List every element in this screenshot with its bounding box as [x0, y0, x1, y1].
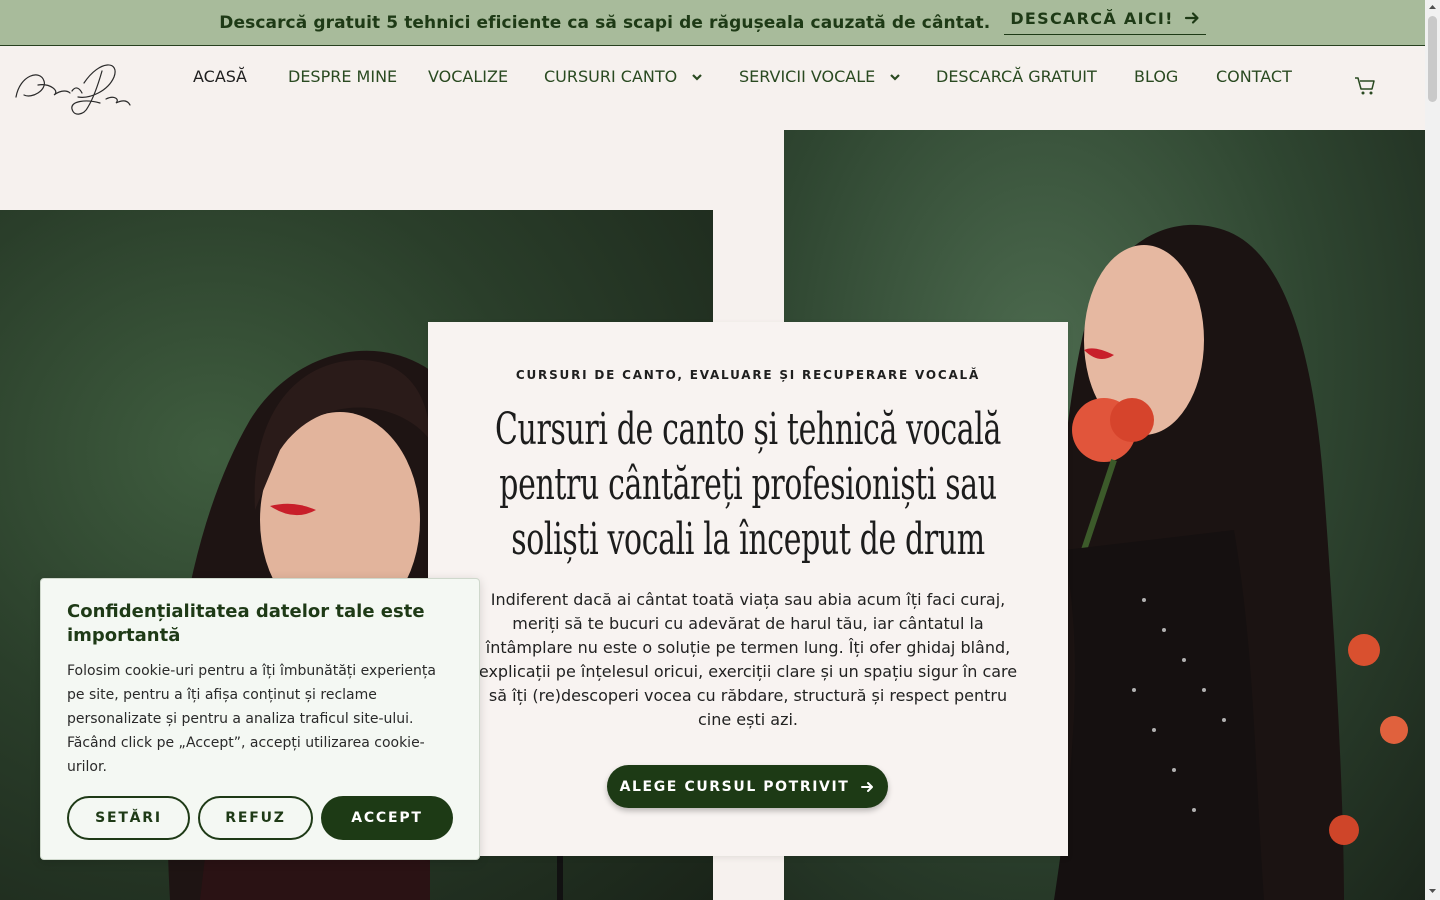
- nav-item-blog[interactable]: BLOG: [1134, 67, 1178, 86]
- choose-course-button[interactable]: ALEGE CURSUL POTRIVIT: [607, 765, 888, 808]
- nav-item-vocalize[interactable]: VOCALIZE: [428, 67, 508, 86]
- promo-link-label: DESCARCĂ AICI!: [1010, 8, 1174, 28]
- choose-course-label: ALEGE CURSUL POTRIVIT: [619, 778, 850, 795]
- chevron-down-icon: [692, 73, 703, 81]
- hero-title: Cursuri de canto și tehnică vocală pentr…: [494, 404, 1001, 565]
- cookie-text: Folosim cookie-uri pentru a îți îmbunătă…: [67, 663, 436, 775]
- nav-item-despre-mine[interactable]: DESPRE MINE: [288, 67, 397, 86]
- nav-item-cursuri-canto[interactable]: CURSURI CANTO: [544, 67, 703, 86]
- hero-eyebrow: CURSURI DE CANTO, EVALUARE ȘI RECUPERARE…: [515, 368, 981, 382]
- nav-label: CONTACT: [1216, 67, 1292, 86]
- site-logo[interactable]: [10, 55, 136, 121]
- nav-label: SERVICII VOCALE: [739, 67, 876, 86]
- nav-label: BLOG: [1134, 67, 1179, 86]
- promo-download-link[interactable]: DESCARCĂ AICI!: [1004, 8, 1206, 35]
- promo-text: Descarcă gratuit 5 tehnici eficiente ca …: [219, 12, 991, 33]
- hero-card: CURSURI DE CANTO, EVALUARE ȘI RECUPERARE…: [428, 322, 1068, 856]
- cookie-settings-button[interactable]: SETĂRI: [67, 796, 190, 840]
- nav-label: DESPRE MINE: [288, 67, 398, 86]
- nav-label: VOCALIZE: [428, 67, 509, 86]
- nav-item-contact[interactable]: CONTACT: [1216, 67, 1292, 86]
- cookie-refuse-button[interactable]: REFUZ: [198, 796, 313, 840]
- nav-item-descarca-gratuit[interactable]: DESCARCĂ GRATUIT: [936, 67, 1097, 86]
- scroll-down-icon[interactable]: [1428, 886, 1437, 895]
- page-scrollbar[interactable]: [1425, 0, 1440, 900]
- promo-bar: Descarcă gratuit 5 tehnici eficiente ca …: [0, 0, 1425, 46]
- cookie-accept-button[interactable]: ACCEPT: [321, 796, 453, 840]
- hero-description: Indiferent dacă ai cântat toată viața sa…: [478, 590, 1018, 729]
- arrow-right-icon: [861, 781, 874, 792]
- cookie-consent-banner: Confidențialitatea datelor tale este imp…: [40, 578, 480, 860]
- scroll-up-icon[interactable]: [1428, 3, 1437, 12]
- arrow-right-icon: [1184, 12, 1199, 24]
- cart-icon[interactable]: [1354, 76, 1376, 96]
- nav-item-servicii-vocale[interactable]: SERVICII VOCALE: [739, 67, 901, 86]
- chevron-down-icon: [890, 73, 901, 81]
- nav-label: CURSURI CANTO: [544, 67, 678, 86]
- site-header: ACASĂ DESPRE MINE VOCALIZE CURSURI CANTO…: [0, 47, 1425, 130]
- nav-item-acasa[interactable]: ACASĂ: [193, 67, 247, 86]
- scroll-thumb[interactable]: [1428, 16, 1437, 102]
- nav-label: ACASĂ: [193, 67, 247, 86]
- cookie-title: Confidențialitatea datelor tale este imp…: [67, 601, 425, 646]
- nav-label: DESCARCĂ GRATUIT: [936, 67, 1097, 86]
